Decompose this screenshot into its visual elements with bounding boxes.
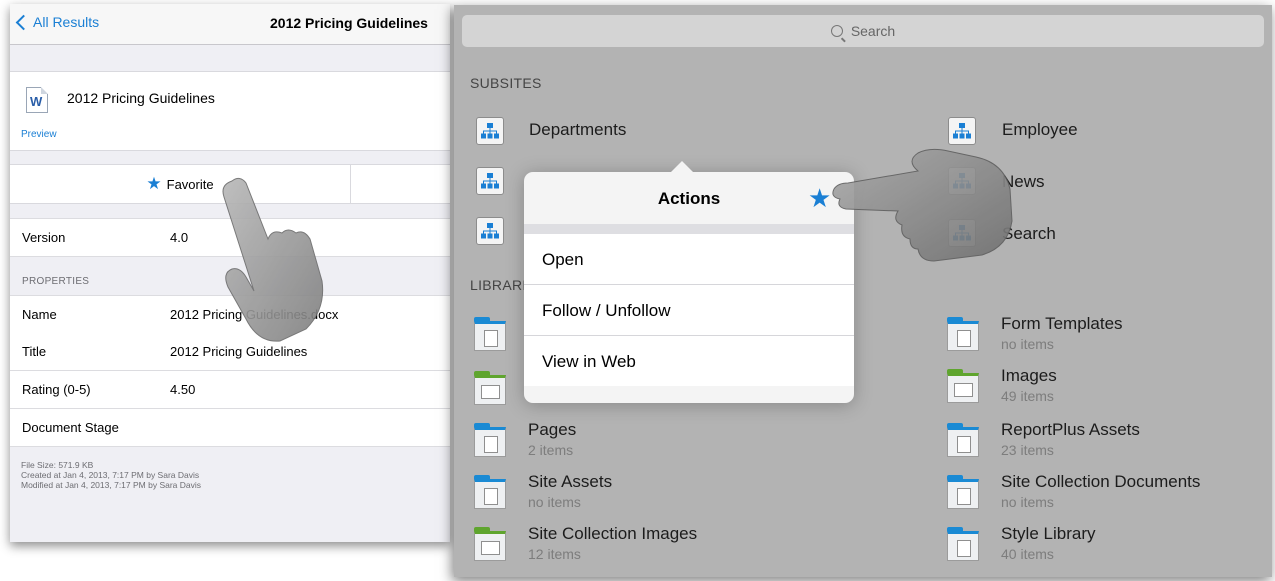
- word-doc-icon-letter: W: [30, 94, 43, 109]
- action-label: Open: [542, 250, 584, 269]
- modified-info: Modified at Jan 4, 2013, 7:17 PM by Sara…: [21, 480, 202, 490]
- created-info: Created at Jan 4, 2013, 7:17 PM by Sara …: [21, 470, 200, 480]
- word-doc-icon: W: [26, 87, 48, 113]
- property-key: Title: [22, 344, 47, 359]
- library-count: 23 items: [1001, 442, 1054, 458]
- library-count: no items: [1001, 494, 1054, 510]
- action-follow-unfollow[interactable]: Follow / Unfollow: [524, 285, 854, 336]
- action-open[interactable]: Open: [524, 234, 854, 285]
- library-site-collection-images[interactable]: Site Collection Images 12 items: [474, 524, 834, 567]
- library-images[interactable]: Images 49 items: [947, 366, 1267, 409]
- nav-bar: All Results 2012 Pricing Guidelines: [10, 4, 450, 45]
- library-reportplus-assets[interactable]: ReportPlus Assets 23 items: [947, 420, 1267, 463]
- folder-doc-icon: [947, 531, 979, 561]
- property-key: Name: [22, 307, 57, 322]
- version-value: 4.0: [170, 230, 189, 245]
- property-value: 4.50: [170, 382, 196, 397]
- divider: [350, 165, 351, 203]
- star-icon: ★: [146, 174, 162, 193]
- nav-title: 2012 Pricing Guidelines: [270, 15, 428, 31]
- library-name: Site Assets: [528, 472, 613, 491]
- subsite-departments[interactable]: Departments: [529, 120, 626, 140]
- actions-popover: Actions ★ Open Follow / Unfollow View in…: [524, 161, 854, 403]
- library-count: 2 items: [528, 442, 574, 458]
- back-button[interactable]: All Results: [15, 14, 100, 31]
- folder-doc-icon: [474, 479, 506, 509]
- search-icon: [830, 25, 843, 37]
- sitemap-icon: [476, 167, 504, 195]
- library-count: no items: [528, 494, 581, 510]
- properties-header: PROPERTIES: [22, 276, 90, 287]
- library-count: 49 items: [1001, 388, 1054, 404]
- popover-title: Actions: [657, 189, 721, 208]
- folder-image-icon: [947, 373, 979, 403]
- favorite-label: Favorite: [166, 176, 214, 192]
- library-site-assets[interactable]: Site Assets no items: [474, 472, 834, 515]
- library-name: Site Collection Images: [528, 524, 698, 543]
- version-key: Version: [22, 230, 66, 245]
- sitemap-icon: [476, 217, 504, 245]
- library-name: Images: [1001, 366, 1057, 385]
- document-header: W 2012 Pricing Guidelines Preview: [10, 71, 450, 151]
- property-key: Rating (0-5): [22, 382, 91, 397]
- folder-image-icon: [474, 375, 506, 405]
- library-name: Form Templates: [1001, 314, 1123, 333]
- pointing-hand-illustration: [832, 148, 1013, 262]
- library-form-templates[interactable]: Form Templates no items: [947, 314, 1267, 357]
- property-row: Rating (0-5) 4.50: [10, 371, 450, 409]
- folder-image-icon: [474, 531, 506, 561]
- library-name: Style Library: [1001, 524, 1096, 543]
- search-input[interactable]: Search: [462, 15, 1264, 47]
- library-name: ReportPlus Assets: [1001, 420, 1140, 439]
- library-count: 12 items: [528, 546, 581, 562]
- folder-doc-icon: [947, 479, 979, 509]
- sitemap-icon: [476, 117, 504, 145]
- folder-doc-icon: [947, 321, 979, 351]
- action-label: Follow / Unfollow: [542, 301, 671, 320]
- popover-arrow: [670, 161, 694, 173]
- library-name: Pages: [528, 420, 577, 439]
- library-count: 40 items: [1001, 546, 1054, 562]
- tapping-hand-illustration: [222, 177, 324, 342]
- library-pages[interactable]: Pages 2 items: [474, 420, 834, 463]
- folder-doc-icon: [474, 321, 506, 351]
- site-browser-panel: Search SUBSITES Departments Employee New…: [454, 5, 1272, 577]
- divider: [524, 224, 854, 234]
- action-label: View in Web: [542, 352, 636, 371]
- document-title: 2012 Pricing Guidelines: [67, 90, 215, 106]
- library-count: no items: [1001, 336, 1054, 352]
- property-value: 2012 Pricing Guidelines: [170, 344, 308, 359]
- library-name: Site Collection Documents: [1001, 472, 1201, 491]
- chevron-left-icon: [15, 14, 32, 31]
- library-style-library[interactable]: Style Library 40 items: [947, 524, 1267, 567]
- search-placeholder: Search: [850, 23, 896, 39]
- file-size: File Size: 571.9 KB: [21, 460, 94, 470]
- preview-link[interactable]: Preview: [21, 129, 57, 140]
- property-row: Document Stage: [10, 409, 450, 447]
- folder-doc-icon: [947, 427, 979, 457]
- library-site-collection-documents[interactable]: Site Collection Documents no items: [947, 472, 1267, 515]
- back-button-label: All Results: [33, 14, 100, 30]
- action-view-in-web[interactable]: View in Web: [524, 336, 854, 386]
- folder-doc-icon: [474, 427, 506, 457]
- subsites-header: SUBSITES: [470, 75, 542, 91]
- document-detail-panel: All Results 2012 Pricing Guidelines W 20…: [10, 4, 450, 542]
- property-key: Document Stage: [22, 420, 119, 435]
